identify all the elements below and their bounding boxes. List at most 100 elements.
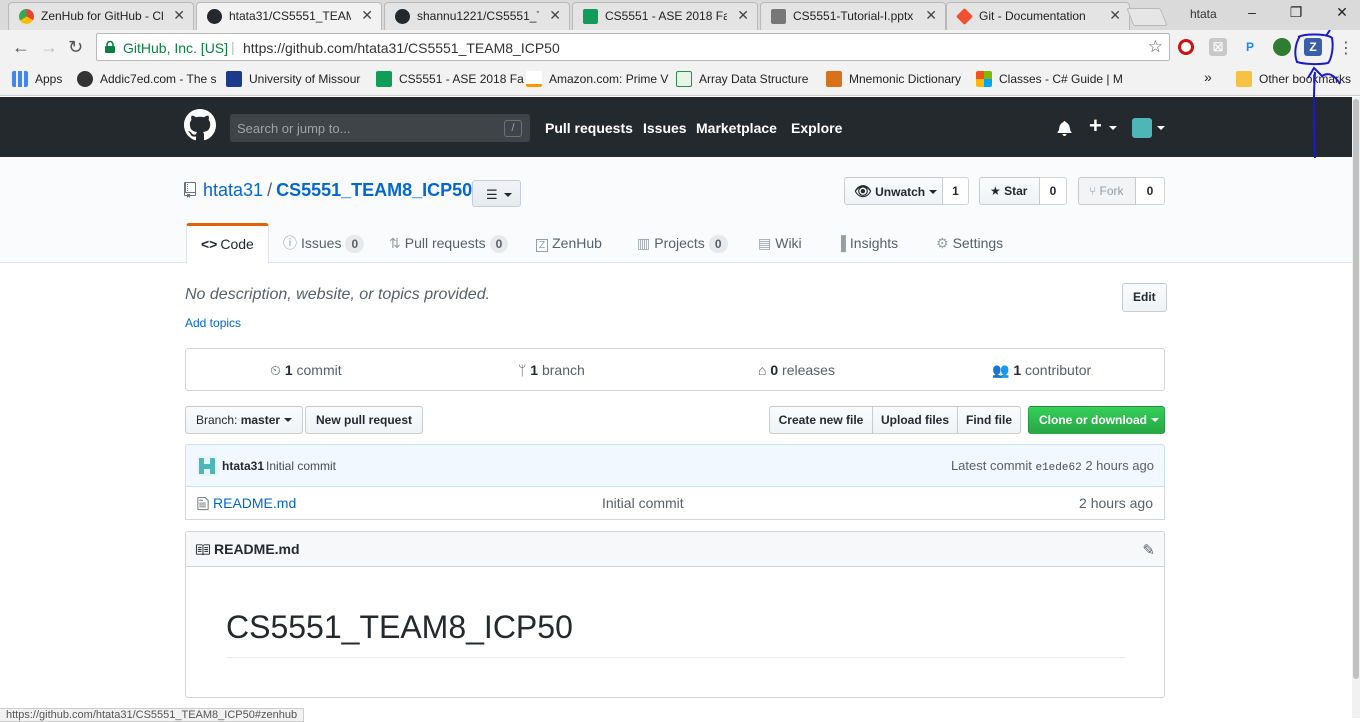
new-tab-button[interactable] xyxy=(1126,8,1168,26)
issue-icon: ⓘ xyxy=(283,235,297,251)
close-icon[interactable]: ✕ xyxy=(361,7,373,24)
commit-message[interactable]: Initial commit xyxy=(266,459,336,473)
bookmark-item[interactable]: Amazon.com: Prime V xyxy=(526,71,668,87)
branch-select-button[interactable]: Branch: master xyxy=(185,406,304,434)
bookmark-item[interactable]: Classes - C# Guide | M xyxy=(976,71,1123,87)
close-icon[interactable]: ✕ xyxy=(549,7,561,24)
browser-tab[interactable]: CS5551-Tutorial-I.pptx ✕ xyxy=(760,2,946,30)
restore-icon[interactable]: ❐ xyxy=(1286,4,1306,21)
browser-tab[interactable]: CS5551 - ASE 2018 Fall ✕ xyxy=(572,2,758,30)
tab-insights[interactable]: ▐ Insights xyxy=(836,223,898,263)
site-identity[interactable]: GitHub, Inc. [US] xyxy=(123,40,228,56)
globe-extension-icon[interactable] xyxy=(1273,38,1291,56)
repo-description: No description, website, or topics provi… xyxy=(185,286,491,303)
nav-issues[interactable]: Issues xyxy=(643,120,687,136)
branches-count-link[interactable]: ᛘ 1 branch xyxy=(518,362,585,378)
browser-tab[interactable]: shannu1221/CS5551_Te ✕ xyxy=(384,2,570,30)
profile-name[interactable]: htata xyxy=(1190,7,1217,21)
url-text[interactable]: https://github.com/htata31/CS5551_TEAM8_… xyxy=(243,40,560,56)
watch-button[interactable]: 👁 Unwatch xyxy=(844,177,943,205)
close-icon[interactable]: ✕ xyxy=(1109,7,1121,24)
tab-issues[interactable]: ⓘ Issues 0 xyxy=(283,223,365,263)
other-bookmarks[interactable]: Other bookmarks xyxy=(1236,71,1351,87)
tab-code[interactable]: <> Code xyxy=(186,223,269,264)
github-logo-icon[interactable] xyxy=(184,109,216,141)
commits-count-link[interactable]: ⏲ 1 commit xyxy=(270,362,342,379)
bookmark-star-icon[interactable]: ☆ xyxy=(1148,37,1163,57)
browser-tab[interactable]: Git - Documentation ✕ xyxy=(946,2,1130,30)
bookmark-item[interactable]: Addic7ed.com - The s xyxy=(77,71,217,87)
file-commit-message[interactable]: Initial commit xyxy=(602,495,684,511)
paypal-extension-icon[interactable]: P xyxy=(1241,38,1259,56)
pr-counter: 0 xyxy=(489,235,509,253)
upload-files-button[interactable]: Upload files xyxy=(872,406,958,434)
edit-button[interactable]: Edit xyxy=(1122,283,1167,312)
pdf-extension-icon[interactable]: ⮽ xyxy=(1209,38,1227,56)
tab-projects[interactable]: ▥ Projects 0 xyxy=(637,223,728,263)
star-count[interactable]: 0 xyxy=(1040,177,1067,205)
github-icon xyxy=(207,9,222,24)
tab-wiki[interactable]: ▤ Wiki xyxy=(758,223,802,263)
find-file-button[interactable]: Find file xyxy=(957,406,1021,434)
avatar[interactable] xyxy=(1132,118,1152,138)
reload-icon[interactable]: ↻ xyxy=(68,37,83,58)
watch-count[interactable]: 1 xyxy=(943,177,969,205)
close-icon[interactable]: ✕ xyxy=(173,7,185,24)
back-arrow-icon[interactable]: ← xyxy=(12,37,30,58)
nav-explore[interactable]: Explore xyxy=(791,120,842,136)
create-new-file-button[interactable]: Create new file xyxy=(769,406,873,434)
bookmark-item[interactable]: Array Data Structure xyxy=(676,71,808,87)
close-icon[interactable]: ✕ xyxy=(737,7,749,24)
bell-icon[interactable] xyxy=(1057,120,1072,136)
repo-owner-link[interactable]: htata31 xyxy=(203,180,263,200)
star-button[interactable]: ★ Star xyxy=(979,177,1040,205)
new-pull-request-button[interactable]: New pull request xyxy=(305,406,424,434)
search-input[interactable] xyxy=(230,114,530,142)
releases-count-link[interactable]: ⌂ 0 releases xyxy=(758,362,835,378)
github-search[interactable]: / xyxy=(230,114,530,142)
nav-marketplace[interactable]: Marketplace xyxy=(696,120,777,136)
close-window-icon[interactable]: ✕ xyxy=(1332,4,1352,21)
nav-pull-requests[interactable]: Pull requests xyxy=(545,120,633,136)
file-age: 2 hours ago xyxy=(1079,495,1153,511)
bookmark-item[interactable]: University of Missour xyxy=(226,71,360,87)
chevron-down-icon xyxy=(1151,418,1159,422)
avatar[interactable] xyxy=(197,456,217,476)
bookmarks-bar: Apps Addic7ed.com - The s University of … xyxy=(0,65,1360,96)
bookmark-item[interactable]: CS5551 - ASE 2018 Fa xyxy=(376,71,524,87)
repo-name-link[interactable]: CS5551_TEAM8_ICP50 xyxy=(276,180,472,200)
plus-icon[interactable]: + xyxy=(1089,113,1102,139)
browser-tab[interactable]: ZenHub for GitHub - Ch ✕ xyxy=(8,2,194,30)
bookmark-item[interactable]: Apps xyxy=(12,71,62,87)
contributors-count-link[interactable]: 👥 1 contributor xyxy=(992,362,1091,379)
clone-or-download-button[interactable]: Clone or download xyxy=(1028,406,1165,434)
zenhub-board-dropdown[interactable]: ☰ xyxy=(472,180,521,207)
list-icon: ☰ xyxy=(486,187,498,202)
commit-author[interactable]: htata31 xyxy=(222,459,264,473)
fork-button[interactable]: ⑂ Fork xyxy=(1078,177,1136,205)
bookmark-item[interactable]: Mnemonic Dictionary xyxy=(826,71,961,87)
pencil-icon[interactable]: ✎ xyxy=(1142,541,1155,559)
file-link[interactable]: README.md xyxy=(213,495,296,511)
scrollbar-thumb[interactable] xyxy=(1353,99,1359,679)
commit-sha[interactable]: e1ede62 xyxy=(1035,462,1081,474)
tab-title: ZenHub for GitHub - Ch xyxy=(41,9,163,23)
opera-extension-icon[interactable] xyxy=(1178,39,1194,55)
microsoft-icon xyxy=(976,71,992,87)
more-bookmarks-chevron[interactable]: » xyxy=(1204,69,1212,85)
tab-zenhub[interactable]: Z ZenHub xyxy=(536,223,602,263)
forward-arrow-icon[interactable]: → xyxy=(40,37,58,58)
address-bar[interactable]: GitHub, Inc. [US] | https://github.com/h… xyxy=(96,33,1170,61)
latest-commit-prefix: Latest commit xyxy=(950,458,1032,473)
add-topics-link[interactable]: Add topics xyxy=(185,316,241,330)
star-icon: ★ xyxy=(990,184,1001,198)
scrollbar[interactable] xyxy=(1352,97,1360,718)
zenhub-extension-icon[interactable]: Z xyxy=(1304,38,1322,56)
minimize-icon[interactable]: – xyxy=(1242,4,1262,20)
tab-pull-requests[interactable]: ⇅ Pull requests 0 xyxy=(389,223,509,263)
tab-settings[interactable]: ⚙ Settings xyxy=(936,223,1003,263)
menu-kebab-icon[interactable]: ⋮ xyxy=(1338,38,1354,58)
fork-count[interactable]: 0 xyxy=(1136,177,1165,205)
close-icon[interactable]: ✕ xyxy=(925,7,937,24)
browser-tab-active[interactable]: htata31/CS5551_TEAM8 ✕ xyxy=(196,2,382,30)
